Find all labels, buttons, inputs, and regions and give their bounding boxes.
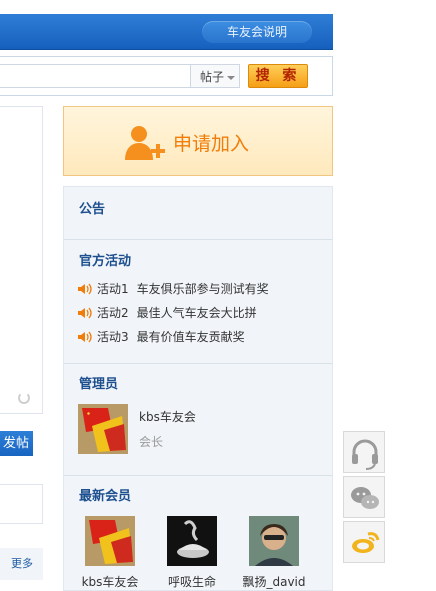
members-title: 最新会员 <box>79 489 132 504</box>
member-name: 飘扬_david <box>242 575 306 589</box>
wechat-button[interactable] <box>343 476 385 518</box>
chevron-down-icon <box>227 75 236 80</box>
member-item[interactable]: kbs车友会 <box>75 516 145 590</box>
join-label: 申请加入 <box>173 133 250 155</box>
headset-icon <box>352 439 378 470</box>
activity-num: 活动2 <box>97 306 129 320</box>
activities-section: 官方活动 活动1 车友俱乐部参与测试有奖 活动2 最佳人气车友会大比拼 活动3 最有价… <box>64 240 332 364</box>
admin-title: 管理员 <box>79 377 119 392</box>
sidebar: 公告 官方活动 活动1 车友俱乐部参与测试有奖 活动2 最佳人气车友会大比拼 活动3… <box>63 186 333 591</box>
activity-num: 活动3 <box>97 330 129 344</box>
weibo-icon <box>352 532 380 553</box>
content-box <box>0 484 43 524</box>
search-bar: 帖子 搜 索 <box>0 56 333 96</box>
more-link[interactable]: 更多 <box>11 555 33 571</box>
top-banner: 车友会说明 <box>0 14 333 50</box>
activity-item[interactable]: 活动3 最有价值车友贡献奖 <box>78 328 245 345</box>
member-item[interactable]: 呼吸生命 <box>157 516 227 590</box>
admin-name[interactable]: kbs车友会 <box>139 408 196 425</box>
content-panel <box>0 106 43 414</box>
search-button[interactable]: 搜 索 <box>248 64 308 88</box>
admin-role: 会长 <box>139 435 164 449</box>
notice-section: 公告 <box>64 187 332 240</box>
activity-num: 活动1 <box>97 282 129 296</box>
weibo-button[interactable] <box>343 521 385 563</box>
search-type-select[interactable]: 帖子 <box>190 64 240 88</box>
lamp-avatar-image <box>167 516 217 566</box>
wechat-icon <box>351 487 379 509</box>
customer-service-button[interactable] <box>343 431 385 473</box>
notice-title: 公告 <box>79 202 106 217</box>
add-user-icon <box>125 126 165 160</box>
member-name: kbs车友会 <box>81 575 139 589</box>
activity-text: 车友俱乐部参与测试有奖 <box>136 282 269 296</box>
speaker-icon <box>78 331 92 343</box>
member-avatar[interactable] <box>249 516 299 566</box>
activity-text: 最有价值车友贡献奖 <box>136 330 245 344</box>
join-club-button[interactable]: 申请加入 <box>63 106 333 176</box>
post-button[interactable]: 发帖 <box>0 431 33 456</box>
club-intro-button[interactable]: 车友会说明 <box>202 21 312 43</box>
person-avatar-image <box>249 516 299 566</box>
flag-avatar-image <box>85 516 135 566</box>
speaker-icon <box>78 307 92 319</box>
more-row: 更多 <box>0 548 43 580</box>
activity-item[interactable]: 活动2 最佳人气车友会大比拼 <box>78 304 257 321</box>
member-name: 呼吸生命 <box>167 575 216 589</box>
activity-text: 最佳人气车友会大比拼 <box>136 306 257 320</box>
activities-title: 官方活动 <box>79 254 132 269</box>
loading-spinner-icon <box>18 392 30 404</box>
member-item[interactable]: 飘扬_david <box>239 516 309 590</box>
admin-avatar[interactable] <box>78 404 128 454</box>
flag-avatar-image <box>78 404 128 454</box>
member-avatar[interactable] <box>167 516 217 566</box>
activity-item[interactable]: 活动1 车友俱乐部参与测试有奖 <box>78 280 269 297</box>
member-avatar[interactable] <box>85 516 135 566</box>
speaker-icon <box>78 283 92 295</box>
search-type-label: 帖子 <box>200 70 225 84</box>
